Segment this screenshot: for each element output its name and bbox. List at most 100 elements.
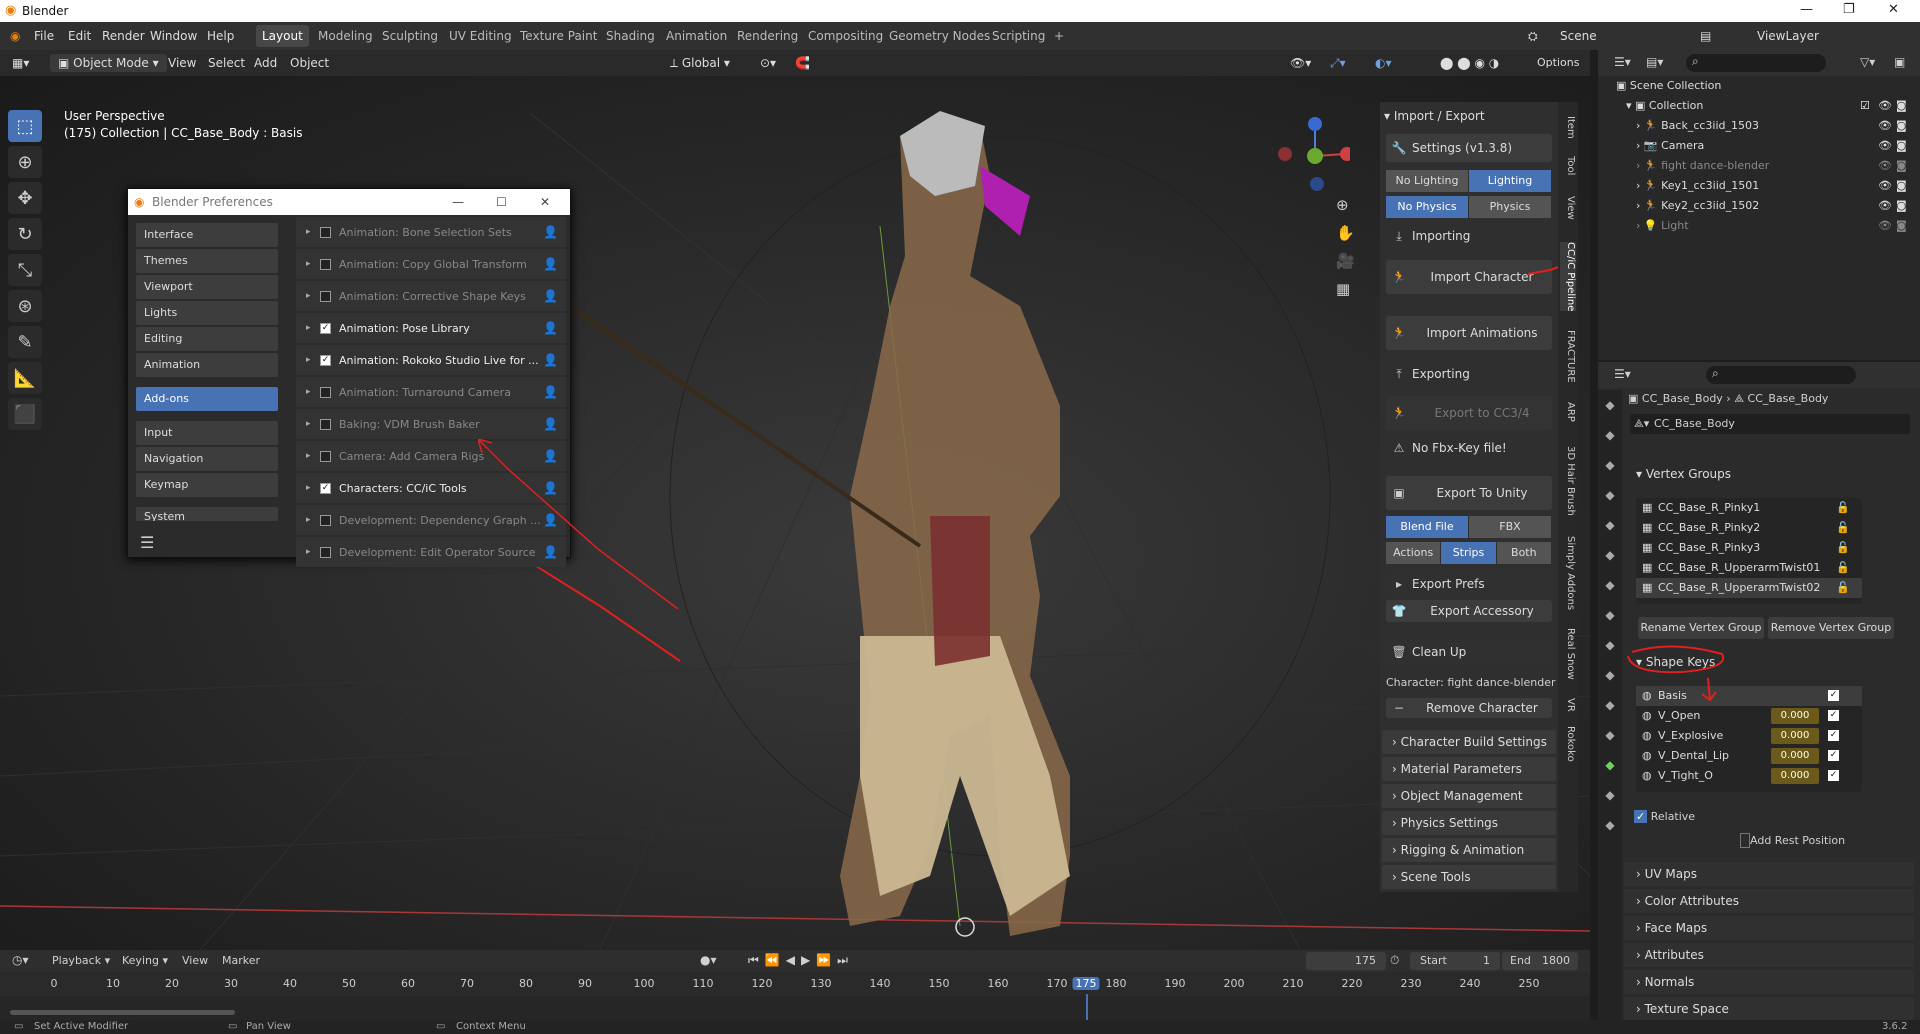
shape-key-item[interactable]: ◍ V_Dental_Lip 0.000 ✓ (1636, 746, 1862, 766)
object-management[interactable]: › Object Management (1382, 784, 1556, 808)
addon-checkbox[interactable]: ✓ (320, 482, 331, 494)
lock-icon[interactable]: 🔓 (1836, 498, 1850, 518)
vertex-group-item[interactable]: ▦ CC_Base_R_Pinky2 🔓 (1636, 518, 1862, 538)
timeline-scrollbar[interactable] (10, 1010, 235, 1015)
end-frame-field[interactable]: End 1800 (1502, 952, 1578, 970)
maximize-button[interactable]: ❐ (1843, 2, 1855, 17)
tab-geometry-nodes[interactable]: Geometry Nodes (883, 25, 996, 47)
tab-scripting[interactable]: Scripting (986, 25, 1051, 47)
rigging-animation[interactable]: › Rigging & Animation (1382, 838, 1556, 862)
actions-toggle[interactable]: Actions Strips Both (1386, 542, 1552, 564)
scene-icon[interactable]: ◆ (1602, 518, 1618, 534)
addon-row[interactable]: ▸ ✓ Animation: Pose Library 👤 (296, 313, 566, 343)
strips-option[interactable]: Strips (1441, 542, 1496, 564)
tab-shading[interactable]: Shading (600, 25, 661, 47)
playhead-frame[interactable]: 175 (1072, 977, 1100, 990)
menu-help[interactable]: Help (207, 29, 234, 43)
camera-view-icon[interactable]: 🎥 (1336, 252, 1355, 270)
menu-window[interactable]: Window (150, 29, 197, 43)
shape-key-value[interactable]: 0.000 (1771, 748, 1819, 764)
prefs-nav-interface[interactable]: Interface (136, 223, 278, 247)
vertex-group-item[interactable]: ▦ CC_Base_R_UpperarmTwist01 🔓 (1636, 558, 1862, 578)
gizmo-icon[interactable]: ⤢▾ (1330, 54, 1346, 72)
character-build-settings[interactable]: › Character Build Settings (1382, 730, 1556, 754)
shape-key-value[interactable]: 0.000 (1771, 708, 1819, 724)
add-cube-icon[interactable]: ⬛ (8, 398, 42, 430)
ortho-grid-icon[interactable]: ▦ (1336, 280, 1350, 298)
move-icon[interactable]: ✥ (8, 182, 42, 214)
tab-modeling[interactable]: Modeling (312, 25, 379, 47)
scene-collection-row[interactable]: ▣ Scene Collection (1598, 76, 1920, 96)
timeline-menu-playback[interactable]: Playback ▾ (52, 954, 110, 967)
eye-icon[interactable]: 👁 (1878, 136, 1892, 156)
addon-checkbox[interactable] (320, 546, 331, 558)
transform-orientation[interactable]: ⟂ Global ▾ (670, 54, 730, 72)
prefs-nav-editing[interactable]: Editing (136, 327, 278, 351)
camera-render-icon[interactable]: ◙ (1896, 176, 1907, 196)
both-option[interactable]: Both (1496, 542, 1551, 564)
import-export-header[interactable]: ▾ Import / Export (1384, 106, 1554, 126)
remove-character-button[interactable]: − Remove Character (1386, 698, 1552, 718)
viewport-menu-object[interactable]: Object (290, 54, 329, 72)
viewlayer-name[interactable]: ViewLayer (1757, 29, 1819, 43)
export-prefs-toggle[interactable]: ▸ Export Prefs (1386, 570, 1552, 598)
expand-icon[interactable]: › (1636, 119, 1644, 132)
addon-row[interactable]: ▸ Animation: Corrective Shape Keys 👤 (296, 281, 566, 311)
collection-icon[interactable]: ◆ (1602, 578, 1618, 594)
mute-checkbox[interactable]: ✓ (1828, 750, 1839, 761)
physics-icon[interactable]: ◆ (1602, 698, 1618, 714)
tab-arp[interactable]: ARP (1560, 402, 1576, 422)
prefs-nav-navigation[interactable]: Navigation (136, 447, 278, 471)
camera-render-icon[interactable]: ◙ (1896, 96, 1907, 116)
tab-view[interactable]: View (1560, 196, 1576, 220)
addon-checkbox[interactable]: ✓ (320, 354, 331, 366)
mute-checkbox[interactable]: ✓ (1828, 770, 1839, 781)
vertex-group-item[interactable]: ▦ CC_Base_R_Pinky3 🔓 (1636, 538, 1862, 558)
menu-file[interactable]: File (34, 29, 54, 43)
expand-icon[interactable]: ▸ (306, 419, 320, 429)
particles-icon[interactable]: ◆ (1602, 668, 1618, 684)
outliner-row[interactable]: › 🏃 Key2_cc3iid_1502 👁 ◙ (1598, 196, 1920, 216)
expand-icon[interactable]: › (1636, 179, 1644, 192)
property-section[interactable]: › Attributes (1624, 943, 1914, 967)
select-box-icon[interactable]: ⬚ (8, 110, 42, 142)
format-toggle[interactable]: Blend File FBX (1386, 516, 1552, 538)
texture-icon[interactable]: ◆ (1602, 818, 1618, 834)
lighting-toggle[interactable]: No Lighting Lighting (1386, 170, 1552, 192)
collection-row[interactable]: ▾ ▣ Collection ☑ 👁 ◙ (1598, 96, 1920, 116)
prefs-nav-input[interactable]: Input (136, 421, 278, 445)
timeline-menu-keying[interactable]: Keying ▾ (122, 954, 168, 967)
mute-checkbox[interactable]: ✓ (1828, 690, 1839, 701)
viewport-menu-view[interactable]: View (168, 54, 196, 72)
lock-icon[interactable]: 🔓 (1836, 538, 1850, 558)
playback-controls-icon[interactable]: ⏮⏪◀▶⏩⏭ (748, 953, 854, 968)
view-layer-icon[interactable]: ◆ (1602, 488, 1618, 504)
outliner-row[interactable]: › 💡 Light 👁 ◙ (1598, 216, 1920, 236)
outliner-row[interactable]: › 🏃 Key1_cc3iid_1501 👁 ◙ (1598, 176, 1920, 196)
physics-settings[interactable]: › Physics Settings (1382, 811, 1556, 835)
addon-row[interactable]: ▸ Animation: Bone Selection Sets 👤 (296, 217, 566, 247)
prefs-nav-addons[interactable]: Add-ons (136, 387, 278, 411)
no-physics-option[interactable]: No Physics (1386, 196, 1468, 218)
tab-tool[interactable]: Tool (1560, 156, 1576, 175)
mesh-data-field[interactable]: ⟁▾ CC_Base_Body (1630, 414, 1910, 434)
cursor-icon[interactable]: ⊕ (8, 146, 42, 178)
prefs-nav-themes[interactable]: Themes (136, 249, 278, 273)
expand-icon[interactable]: ▸ (306, 323, 320, 333)
tab-item[interactable]: Item (1560, 116, 1576, 139)
scene-name[interactable]: Scene (1560, 29, 1597, 43)
export-unity-button[interactable]: ▣ Export To Unity (1386, 476, 1552, 510)
no-lighting-option[interactable]: No Lighting (1386, 170, 1468, 192)
property-section[interactable]: › Color Attributes (1624, 889, 1914, 913)
menu-render[interactable]: Render (102, 29, 145, 43)
zoom-icon[interactable]: ⊕ (1336, 196, 1349, 214)
expand-icon[interactable]: ▸ (306, 451, 320, 461)
camera-render-icon[interactable]: ◙ (1896, 156, 1907, 176)
lock-icon[interactable]: 🔓 (1836, 518, 1850, 538)
addon-checkbox[interactable]: ✓ (320, 322, 331, 334)
import-animations-button[interactable]: 🏃 Import Animations (1386, 316, 1552, 350)
addon-checkbox[interactable] (320, 226, 331, 238)
tool-icon[interactable]: ◆ (1602, 398, 1618, 414)
settings-button[interactable]: 🔧 Settings (v1.3.8) (1386, 134, 1552, 162)
expand-icon[interactable]: ▸ (306, 483, 320, 493)
